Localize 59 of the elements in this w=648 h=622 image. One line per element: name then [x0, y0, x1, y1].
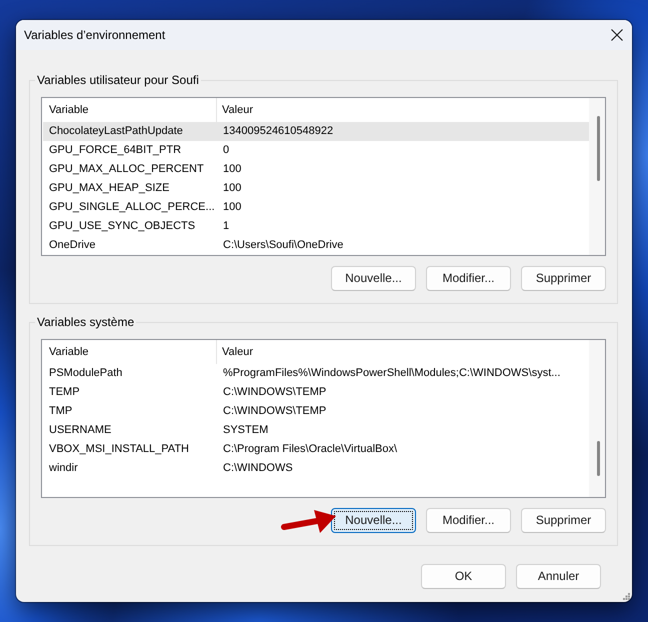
- window-title: Variables d’environnement: [24, 27, 166, 44]
- column-header[interactable]: Valeur: [217, 98, 589, 122]
- variable-name: windir: [48, 461, 79, 476]
- variable-row[interactable]: GPU_FORCE_64BIT_PTR 0: [43, 141, 589, 160]
- variable-row[interactable]: OneDrive C:\Users\Soufi\OneDrive: [43, 236, 589, 255]
- variable-name: VBOX_MSI_INSTALL_PATH: [48, 442, 190, 457]
- action-button[interactable]: Modifier...: [426, 266, 511, 291]
- variable-row[interactable]: GPU_USE_SYNC_OBJECTS 1: [43, 217, 589, 236]
- variable-value: C:\WINDOWS\TEMP: [222, 385, 326, 400]
- variable-row[interactable]: ChocolateyLastPathUpdate 134009524610548922: [43, 122, 589, 141]
- variable-value: C:\Program Files\Oracle\VirtualBox\: [222, 442, 398, 457]
- scrollbar-thumb[interactable]: [597, 116, 600, 181]
- scrollbar[interactable]: [589, 340, 605, 497]
- variable-value: 134009524610548922: [222, 124, 334, 139]
- action-button[interactable]: Nouvelle...: [331, 266, 416, 291]
- group-label: Variables utilisateur pour Soufi: [36, 73, 200, 87]
- variable-name: TMP: [48, 404, 74, 419]
- variable-value: 100: [222, 200, 242, 215]
- variable-value: C:\Users\Soufi\OneDrive: [222, 238, 344, 253]
- variable-row[interactable]: TMP C:\WINDOWS\TEMP: [43, 402, 589, 421]
- action-button[interactable]: Supprimer: [521, 508, 606, 533]
- variable-value: %ProgramFiles%\WindowsPowerShell\Modules;C:\WINDOWS\syst...: [222, 366, 560, 381]
- variable-name: PSModulePath: [48, 366, 124, 381]
- variable-row[interactable]: USERNAME SYSTEM: [43, 421, 589, 440]
- action-button[interactable]: Nouvelle...: [331, 508, 416, 533]
- ok-button[interactable]: OK: [421, 564, 506, 589]
- action-button[interactable]: Supprimer: [521, 266, 606, 291]
- variable-value: 0: [222, 143, 230, 158]
- column-header[interactable]: Valeur: [217, 340, 589, 364]
- variable-name: TEMP: [48, 385, 81, 400]
- variable-value: C:\WINDOWS\TEMP: [222, 404, 326, 419]
- variable-row[interactable]: PSModulePath %ProgramFiles%\WindowsPowerShell\Modules;C:\WINDOWS\syst...: [43, 364, 589, 383]
- variable-row[interactable]: GPU_MAX_HEAP_SIZE 100: [43, 179, 589, 198]
- variable-value: 1: [222, 219, 230, 234]
- group-label: Variables système: [36, 315, 136, 329]
- column-header[interactable]: Variable: [43, 340, 217, 364]
- variable-row[interactable]: VBOX_MSI_INSTALL_PATH C:\Program Files\Oracle\VirtualBox\: [43, 440, 589, 459]
- variable-row[interactable]: TEMP C:\WINDOWS\TEMP: [43, 383, 589, 402]
- variable-row[interactable]: windir C:\WINDOWS: [43, 459, 589, 478]
- variable-value: SYSTEM: [222, 423, 268, 438]
- cancel-button[interactable]: Annuler: [516, 564, 601, 589]
- variable-name: GPU_MAX_HEAP_SIZE: [48, 181, 170, 196]
- variable-name: USERNAME: [48, 423, 112, 438]
- variable-name: OneDrive: [48, 238, 96, 253]
- variable-value: 100: [222, 162, 242, 177]
- variable-name: ChocolateyLastPathUpdate: [48, 124, 184, 139]
- variable-value: 100: [222, 181, 242, 196]
- variable-name: GPU_MAX_ALLOC_PERCENT: [48, 162, 205, 177]
- variable-name: GPU_USE_SYNC_OBJECTS: [48, 219, 196, 234]
- variable-name: GPU_FORCE_64BIT_PTR: [48, 143, 182, 158]
- variable-row[interactable]: GPU_SINGLE_ALLOC_PERCE... 100: [43, 198, 589, 217]
- resize-grip-icon[interactable]: [623, 593, 630, 600]
- scrollbar[interactable]: [589, 98, 605, 255]
- scrollbar-thumb[interactable]: [597, 441, 600, 476]
- variable-value: C:\WINDOWS: [222, 461, 293, 476]
- action-button[interactable]: Modifier...: [426, 508, 511, 533]
- variable-name: GPU_SINGLE_ALLOC_PERCE...: [48, 200, 216, 215]
- close-icon: [611, 29, 623, 41]
- variable-row[interactable]: GPU_MAX_ALLOC_PERCENT 100: [43, 160, 589, 179]
